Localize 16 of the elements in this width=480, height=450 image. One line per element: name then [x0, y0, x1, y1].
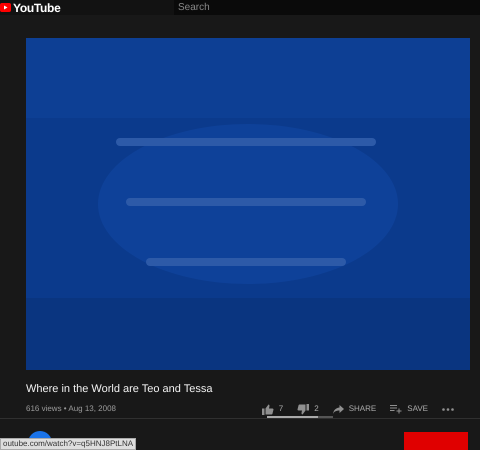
share-button[interactable]: SHARE	[332, 403, 376, 415]
more-icon	[442, 408, 454, 410]
play-logo-icon	[0, 3, 11, 12]
share-arrow-icon	[332, 404, 344, 414]
video-meta: 616 views • Aug 13, 2008	[26, 403, 116, 415]
like-button[interactable]: 7	[262, 403, 284, 415]
search-field[interactable]: Search	[174, 0, 480, 15]
logo-text[interactable]: YouTube	[13, 2, 60, 14]
status-url-tooltip: outube.com/watch?v=q5HNJ8PtLNA	[0, 438, 136, 450]
video-title: Where in the World are Teo and Tessa	[26, 382, 214, 396]
thumbs-down-icon	[297, 404, 310, 414]
thumbs-up-icon	[262, 404, 274, 414]
playlist-add-icon	[390, 404, 402, 414]
more-button[interactable]	[442, 408, 454, 410]
dislike-button[interactable]: 2	[297, 403, 319, 415]
save-button[interactable]: SAVE	[390, 403, 428, 415]
